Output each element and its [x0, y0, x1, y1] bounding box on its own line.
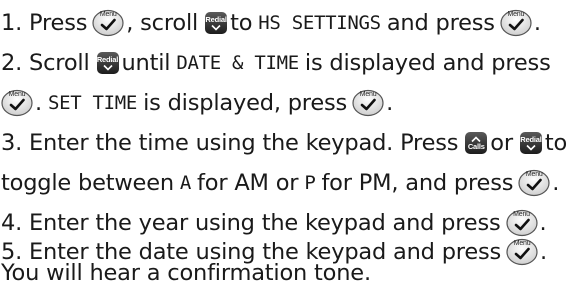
menu-key-caption: Menu: [513, 240, 531, 247]
confirmation-text: You will hear a confirmation tone.: [1, 260, 371, 286]
step-2-line-1: 2. Scroll Redial until DATE & TIME is di…: [1, 43, 551, 83]
step-4-text: 4. Enter the year using the keypad and p…: [1, 210, 501, 236]
redial-key-caption: Redial: [520, 134, 542, 144]
menu-key-caption: Menu: [507, 11, 525, 18]
step-2-line-2: Menu . SET TIME is displayed, press Menu…: [1, 83, 393, 123]
step-1-text: and press: [386, 10, 495, 36]
menu-key-caption: Menu: [525, 171, 543, 178]
step-3-text: for AM or: [197, 170, 299, 196]
calls-key-caption: Calls: [467, 141, 485, 151]
step-1-text: , scroll: [126, 10, 199, 36]
menu-key-icon: Menu: [505, 209, 538, 237]
menu-key-caption: Menu: [99, 11, 117, 18]
step-2-text: .: [386, 90, 394, 116]
lcd-text-date-time: DATE & TIME: [176, 52, 299, 74]
redial-down-key-icon: Redial: [96, 52, 119, 74]
redial-key-caption: Redial: [96, 54, 119, 64]
step-3-text: for PM, and press: [321, 170, 514, 196]
menu-key-icon: Menu: [506, 238, 538, 266]
calls-up-key-icon: Calls: [465, 132, 488, 154]
menu-key-caption: Menu: [359, 91, 377, 98]
lcd-text-am: A: [179, 172, 192, 194]
menu-key-icon: Menu: [518, 169, 550, 197]
step-3-text: toggle between: [1, 170, 174, 196]
lcd-text-hs-settings: HS SETTINGS: [258, 12, 381, 34]
step-2-text: 2. Scroll: [1, 50, 90, 76]
menu-key-icon: Menu: [1, 89, 33, 117]
step-3-line-1: 3. Enter the time using the keypad. Pres…: [1, 123, 567, 163]
step-2-text: is displayed, press: [143, 90, 348, 116]
menu-key-icon: Menu: [92, 9, 124, 37]
step-1-text: 1. Press: [1, 10, 88, 36]
redial-down-key-icon: Redial: [519, 132, 542, 154]
lcd-text-pm: P: [304, 172, 316, 194]
menu-key-caption: Menu: [8, 91, 26, 98]
redial-key-caption: Redial: [205, 14, 227, 24]
lcd-text-set-time: SET TIME: [47, 92, 138, 114]
menu-key-icon: Menu: [500, 9, 532, 37]
step-1-text: to: [230, 10, 253, 36]
step-3-text: or: [490, 130, 513, 156]
step-3-text: 3. Enter the time using the keypad. Pres…: [1, 130, 459, 156]
step-3-text: to: [544, 130, 568, 156]
instructions: 1. Press Menu , scroll Redial to HS SETT…: [0, 0, 574, 287]
menu-key-icon: Menu: [352, 89, 384, 117]
step-3-text: .: [552, 170, 560, 196]
menu-key-caption: Menu: [513, 211, 530, 218]
confirmation-note: You will hear a confirmation tone.: [1, 259, 371, 287]
step-2-text: until: [121, 50, 171, 76]
step-1-text: .: [533, 10, 541, 36]
step-4-text: .: [539, 210, 547, 236]
step-3-line-2: toggle between A for AM or P for PM, and…: [1, 163, 559, 203]
step-2-text: is displayed and press: [304, 50, 551, 76]
step-5-text: .: [540, 239, 547, 265]
step-1: 1. Press Menu , scroll Redial to HS SETT…: [1, 3, 541, 43]
redial-down-key-icon: Redial: [205, 12, 228, 34]
step-2-text: .: [35, 90, 42, 116]
